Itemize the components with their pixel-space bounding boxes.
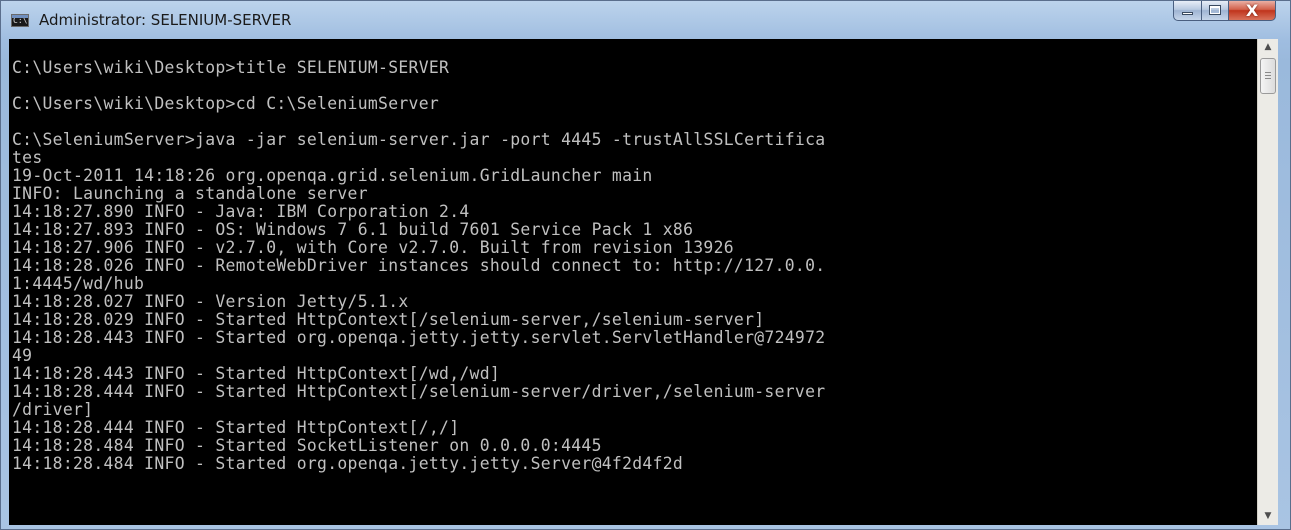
console-line: tes <box>12 148 43 167</box>
console-line: C:\Users\wiki\Desktop>title SELENIUM-SER… <box>12 58 450 77</box>
console-line: 14:18:28.443 INFO - Started org.openqa.j… <box>12 328 826 347</box>
console-line: 14:18:28.444 INFO - Started HttpContext[… <box>12 418 460 437</box>
console-output[interactable]: C:\Users\wiki\Desktop>title SELENIUM-SER… <box>9 39 1257 525</box>
minimize-icon <box>1182 12 1193 15</box>
vertical-scrollbar[interactable]: ▲ ▼ <box>1257 39 1278 525</box>
console-line: INFO: Launching a standalone server <box>12 184 368 203</box>
console-line: 14:18:28.026 INFO - RemoteWebDriver inst… <box>12 256 826 275</box>
console-line: 19-Oct-2011 14:18:26 org.openqa.grid.sel… <box>12 166 653 185</box>
scroll-up-arrow-icon[interactable]: ▲ <box>1258 39 1278 56</box>
console-line: 14:18:28.484 INFO - Started org.openqa.j… <box>12 454 684 473</box>
console-line: C:\SeleniumServer>java -jar selenium-ser… <box>12 130 826 149</box>
console-line: 14:18:28.484 INFO - Started SocketListen… <box>12 436 602 455</box>
console-line: 1:4445/wd/hub <box>12 274 145 293</box>
scrollbar-thumb[interactable] <box>1260 58 1276 94</box>
console-line: 14:18:27.890 INFO - Java: IBM Corporatio… <box>12 202 470 221</box>
console-line: /driver] <box>12 400 94 419</box>
cmd-icon-bar <box>12 15 28 18</box>
window-title: Administrator: SELENIUM-SERVER <box>39 11 292 29</box>
title-bar[interactable]: C:\ Administrator: SELENIUM-SERVER X <box>1 1 1290 39</box>
console-text: C:\Users\wiki\Desktop>title SELENIUM-SER… <box>12 41 825 473</box>
console-line: 14:18:28.027 INFO - Version Jetty/5.1.x <box>12 292 409 311</box>
console-line: 14:18:28.443 INFO - Started HttpContext[… <box>12 364 501 383</box>
maximize-button[interactable] <box>1202 1 1229 21</box>
console-window: C:\ Administrator: SELENIUM-SERVER X C:\… <box>0 0 1291 530</box>
minimize-button[interactable] <box>1173 1 1202 21</box>
maximize-icon <box>1209 5 1221 15</box>
close-button[interactable]: X <box>1229 1 1276 21</box>
console-line: 14:18:28.029 INFO - Started HttpContext[… <box>12 310 765 329</box>
close-icon: X <box>1245 1 1259 20</box>
console-line: 49 <box>12 346 33 365</box>
console-line: C:\Users\wiki\Desktop>cd C:\SeleniumServ… <box>12 94 440 113</box>
scrollbar-grip-icon <box>1265 72 1271 80</box>
console-line: 14:18:27.893 INFO - OS: Windows 7 6.1 bu… <box>12 220 694 239</box>
scroll-down-arrow-icon[interactable]: ▼ <box>1258 508 1278 525</box>
caption-buttons: X <box>1173 1 1276 23</box>
cmd-icon[interactable]: C:\ <box>11 14 29 27</box>
console-line: 14:18:28.444 INFO - Started HttpContext[… <box>12 382 826 401</box>
console-line: 14:18:27.906 INFO - v2.7.0, with Core v2… <box>12 238 734 257</box>
